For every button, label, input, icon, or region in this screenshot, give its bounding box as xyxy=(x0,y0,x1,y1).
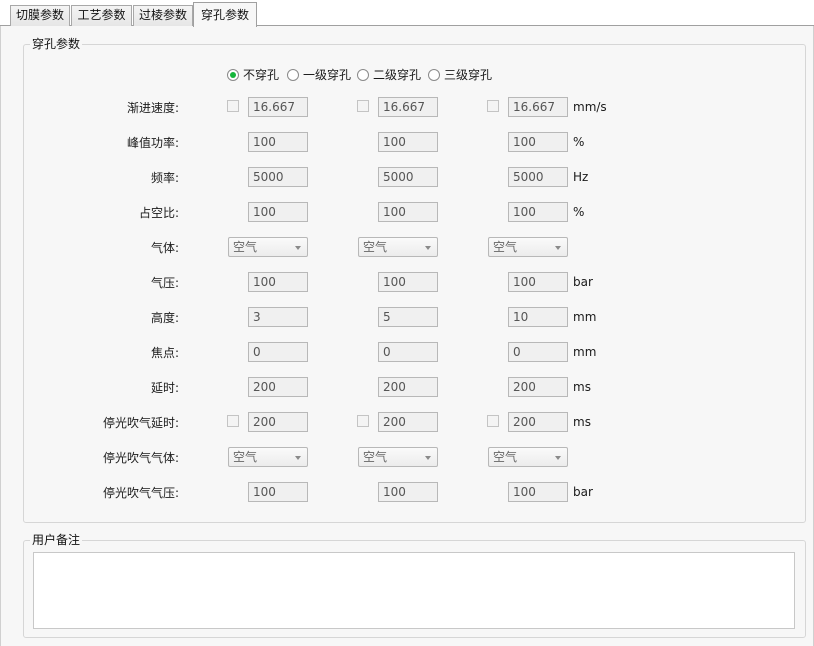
blow-delay-field-1[interactable] xyxy=(248,412,308,432)
duty-cycle-field-3[interactable] xyxy=(508,202,568,222)
ramp-speed-field-2[interactable] xyxy=(378,97,438,117)
label-duty-cycle: 占空比: xyxy=(138,206,179,220)
label-delay: 延时: xyxy=(150,381,179,395)
gas-select-value: 空气 xyxy=(233,240,258,254)
gas-select-3[interactable]: 空气 xyxy=(488,237,568,257)
delay-unit: ms xyxy=(573,380,591,394)
tab-edge-params[interactable]: 过棱参数 xyxy=(133,5,193,26)
peak-power-field-1[interactable] xyxy=(248,132,308,152)
radio-button[interactable] xyxy=(227,69,239,81)
ramp-speed-checkbox-1[interactable] xyxy=(227,100,239,112)
delay-field-2[interactable] xyxy=(378,377,438,397)
label-blow-gas: 停光吹气气体: xyxy=(102,451,179,465)
delay-field-3[interactable] xyxy=(508,377,568,397)
tab-film-cut-params[interactable]: 切膜参数 xyxy=(10,5,70,26)
blow-delay-field-2[interactable] xyxy=(378,412,438,432)
ramp-speed-field-3[interactable] xyxy=(508,97,568,117)
gas-select-1[interactable]: 空气 xyxy=(228,237,308,257)
ramp-speed-checkbox-2[interactable] xyxy=(357,100,369,112)
frequency-field-3[interactable] xyxy=(508,167,568,187)
radio-label: 二级穿孔 xyxy=(373,68,422,82)
peak-power-unit: % xyxy=(573,135,585,149)
delay-field-1[interactable] xyxy=(248,377,308,397)
duty-cycle-unit: % xyxy=(573,205,585,219)
chevron-down-icon xyxy=(425,246,431,250)
label-peak-power: 峰值功率: xyxy=(126,136,179,150)
user-notes-title: 用户备注 xyxy=(30,532,83,548)
user-notes-textarea[interactable] xyxy=(33,552,795,629)
blow-gas-select-1[interactable]: 空气 xyxy=(228,447,308,467)
blow-gas-select-value: 空气 xyxy=(363,450,388,464)
height-field-3[interactable] xyxy=(508,307,568,327)
height-unit: mm xyxy=(573,310,597,324)
blow-delay-unit: ms xyxy=(573,415,591,429)
blow-pressure-field-3[interactable] xyxy=(508,482,568,502)
peak-power-field-2[interactable] xyxy=(378,132,438,152)
label-gas: 气体: xyxy=(150,241,179,255)
chevron-down-icon xyxy=(295,246,301,250)
frequency-field-1[interactable] xyxy=(248,167,308,187)
blow-delay-checkbox-1[interactable] xyxy=(227,415,239,427)
radio-button[interactable] xyxy=(287,69,299,81)
chevron-down-icon xyxy=(295,456,301,460)
gas-pressure-unit: bar xyxy=(573,275,593,289)
focus-field-2[interactable] xyxy=(378,342,438,362)
tab-piercing-params[interactable]: 穿孔参数 xyxy=(193,2,257,27)
gas-select-value: 空气 xyxy=(493,240,518,254)
peak-power-field-3[interactable] xyxy=(508,132,568,152)
label-blow-pressure: 停光吹气气压: xyxy=(102,486,179,500)
radio-button[interactable] xyxy=(357,69,369,81)
focus-field-3[interactable] xyxy=(508,342,568,362)
radio-button[interactable] xyxy=(428,69,440,81)
radio-label: 三级穿孔 xyxy=(444,68,493,82)
gas-pressure-field-1[interactable] xyxy=(248,272,308,292)
blow-delay-checkbox-2[interactable] xyxy=(357,415,369,427)
blow-pressure-field-1[interactable] xyxy=(248,482,308,502)
frequency-unit: Hz xyxy=(573,170,589,184)
frequency-field-2[interactable] xyxy=(378,167,438,187)
label-focus: 焦点: xyxy=(150,346,179,360)
radio-label: 不穿孔 xyxy=(243,68,280,82)
tab-process-params[interactable]: 工艺参数 xyxy=(71,5,132,26)
gas-select-value: 空气 xyxy=(363,240,388,254)
tab-bar: 切膜参数 工艺参数 过棱参数 穿孔参数 xyxy=(0,0,814,27)
height-field-2[interactable] xyxy=(378,307,438,327)
ramp-speed-field-1[interactable] xyxy=(248,97,308,117)
duty-cycle-field-1[interactable] xyxy=(248,202,308,222)
blow-delay-field-3[interactable] xyxy=(508,412,568,432)
height-field-1[interactable] xyxy=(248,307,308,327)
blow-gas-select-value: 空气 xyxy=(233,450,258,464)
duty-cycle-field-2[interactable] xyxy=(378,202,438,222)
ramp-speed-unit: mm/s xyxy=(573,100,607,114)
chevron-down-icon xyxy=(425,456,431,460)
focus-field-1[interactable] xyxy=(248,342,308,362)
ramp-speed-checkbox-3[interactable] xyxy=(487,100,499,112)
gas-select-2[interactable]: 空气 xyxy=(358,237,438,257)
blow-delay-checkbox-3[interactable] xyxy=(487,415,499,427)
blow-pressure-unit: bar xyxy=(573,485,593,499)
gas-pressure-field-2[interactable] xyxy=(378,272,438,292)
focus-unit: mm xyxy=(573,345,597,359)
chevron-down-icon xyxy=(555,246,561,250)
radio-label: 一级穿孔 xyxy=(303,68,352,82)
label-height: 高度: xyxy=(150,311,179,325)
label-blow-delay: 停光吹气延时: xyxy=(102,416,179,430)
label-gas-pressure: 气压: xyxy=(150,276,179,290)
blow-gas-select-3[interactable]: 空气 xyxy=(488,447,568,467)
blow-pressure-field-2[interactable] xyxy=(378,482,438,502)
radio-selected-dot xyxy=(230,72,236,78)
chevron-down-icon xyxy=(555,456,561,460)
blow-gas-select-value: 空气 xyxy=(493,450,518,464)
gas-pressure-field-3[interactable] xyxy=(508,272,568,292)
label-ramp-speed: 渐进速度: xyxy=(126,101,179,115)
label-frequency: 频率: xyxy=(150,171,179,185)
blow-gas-select-2[interactable]: 空气 xyxy=(358,447,438,467)
piercing-group-title: 穿孔参数 xyxy=(30,36,83,52)
